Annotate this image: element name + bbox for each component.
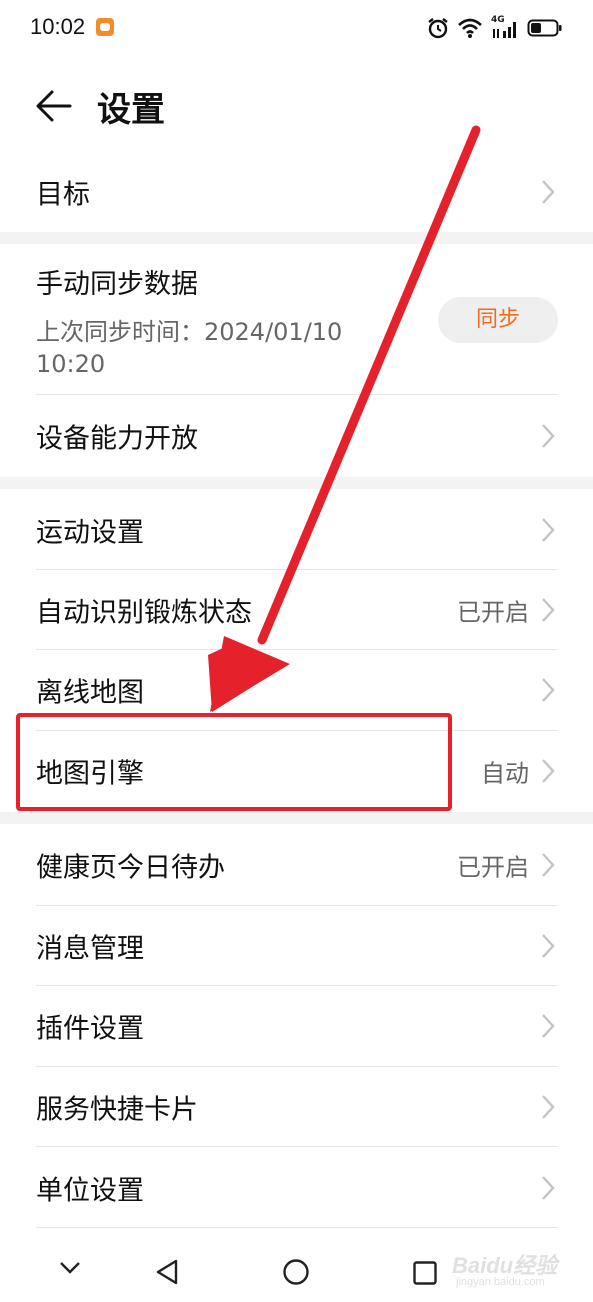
settings-item-value: 自动	[481, 759, 529, 788]
settings-item-value: 已开启	[457, 853, 529, 882]
status-time: 10:02	[30, 14, 86, 39]
wifi-icon	[458, 18, 482, 38]
chevron-right-icon	[542, 934, 555, 958]
settings-item-label: 地图引擎	[36, 758, 144, 790]
chevron-right-icon	[542, 518, 555, 542]
nav-back-icon[interactable]	[154, 1258, 180, 1286]
settings-item-unit-settings[interactable]: 单位设置	[0, 1148, 593, 1228]
baidu-watermark: Baidu经验 jingyan.baidu.com	[452, 1246, 562, 1294]
status-icons: 4G	[427, 15, 563, 41]
sync-button[interactable]: 同步	[438, 297, 558, 343]
chevron-right-icon	[542, 678, 555, 702]
section-gap	[0, 232, 593, 244]
settings-item-auto-detect-workout[interactable]: 自动识别锻炼状态 已开启	[0, 570, 593, 650]
settings-item-label: 消息管理	[36, 933, 144, 965]
chevron-right-icon	[542, 1095, 555, 1119]
watermark-url: jingyan.baidu.com	[456, 1276, 545, 1288]
divider	[36, 1146, 557, 1147]
settings-item-label: 服务快捷卡片	[36, 1094, 198, 1126]
chevron-right-icon	[542, 1176, 555, 1200]
arrow-left-icon	[36, 90, 72, 122]
settings-item-device-capability[interactable]: 设备能力开放	[0, 396, 593, 476]
settings-item-health-todo[interactable]: 健康页今日待办 已开启	[0, 825, 593, 905]
settings-item-label: 目标	[36, 179, 90, 211]
chevron-right-icon	[542, 598, 555, 622]
nav-recents-icon[interactable]	[412, 1260, 438, 1286]
settings-item-offline-map[interactable]: 离线地图	[0, 650, 593, 730]
settings-item-label: 健康页今日待办	[36, 852, 225, 884]
section-gap	[0, 812, 593, 824]
settings-item-value: 已开启	[457, 598, 529, 627]
last-sync-time: 上次同步时间：2024/01/10 10:20	[36, 318, 343, 378]
settings-item-goal[interactable]: 目标	[0, 152, 593, 232]
back-button[interactable]	[34, 86, 74, 126]
section-gap	[0, 477, 593, 489]
settings-item-message-management[interactable]: 消息管理	[0, 906, 593, 986]
settings-item-label: 运动设置	[36, 517, 144, 549]
divider	[36, 394, 557, 395]
chevron-right-icon	[542, 424, 555, 448]
chevron-right-icon	[542, 180, 555, 204]
settings-item-plugin-settings[interactable]: 插件设置	[0, 986, 593, 1066]
divider	[36, 1227, 557, 1228]
battery-icon	[527, 19, 562, 37]
settings-item-label: 单位设置	[36, 1175, 144, 1207]
sync-title: 手动同步数据	[36, 269, 198, 300]
chevron-right-icon	[542, 853, 555, 877]
status-bar: 10:02 4G	[0, 0, 593, 56]
settings-item-service-cards[interactable]: 服务快捷卡片	[0, 1067, 593, 1147]
nav-home-icon[interactable]	[282, 1258, 310, 1286]
page-header: 设置	[0, 70, 593, 142]
settings-item-label: 插件设置	[36, 1013, 144, 1045]
page-title: 设置	[97, 90, 165, 130]
chevron-right-icon	[542, 1014, 555, 1038]
chevron-right-icon	[542, 759, 555, 783]
settings-item-label: 自动识别锻炼状态	[36, 597, 252, 629]
settings-item-label: 离线地图	[36, 677, 144, 709]
chevron-down-icon[interactable]	[58, 1260, 82, 1276]
settings-item-label: 设备能力开放	[36, 423, 198, 455]
settings-item-sport-settings[interactable]: 运动设置	[0, 490, 593, 570]
app-notification-icon	[96, 18, 114, 36]
alarm-icon	[428, 18, 448, 39]
settings-item-map-engine[interactable]: 地图引擎 自动	[0, 731, 593, 811]
cellular-signal-icon: 4G	[491, 15, 519, 39]
